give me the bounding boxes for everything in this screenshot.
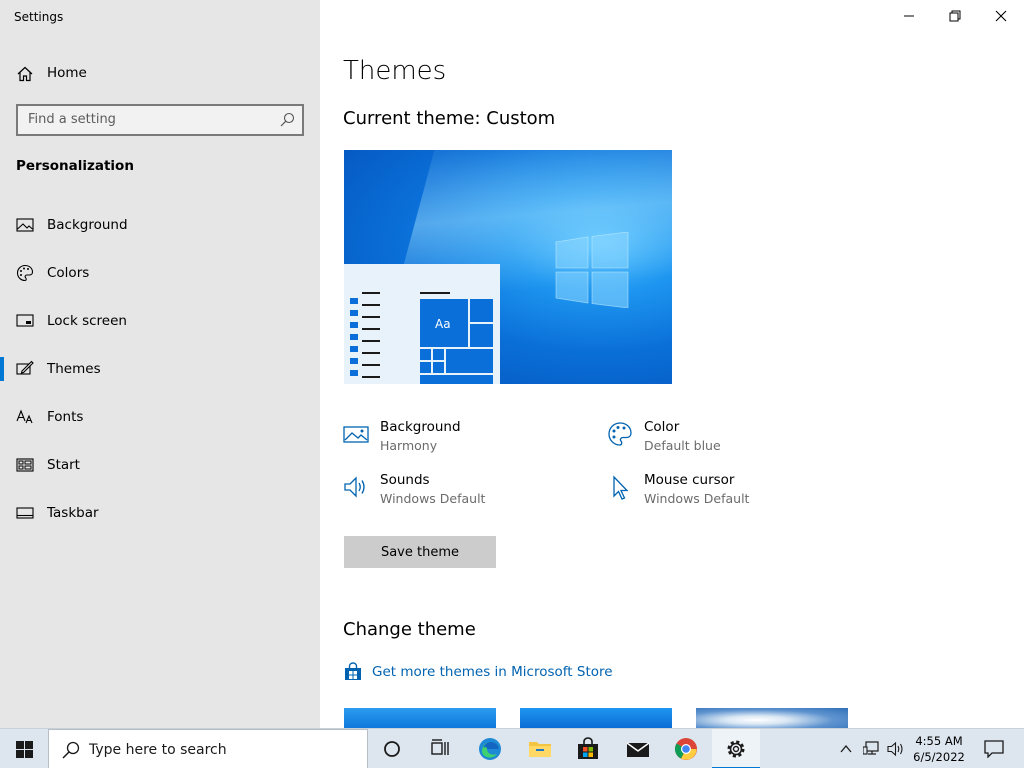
sidebar: Settings Home Find a setting Personaliza… [0, 0, 320, 728]
current-theme-heading: Current theme: Custom [343, 108, 556, 129]
windows-logo-icon [555, 232, 629, 308]
close-icon [995, 10, 1007, 22]
change-theme-heading: Change theme [343, 619, 476, 640]
chevron-up-icon [840, 744, 852, 753]
speaker-icon [344, 476, 365, 498]
sidebar-item-label: Lock screen [47, 313, 127, 329]
prop-value: Harmony [380, 438, 438, 453]
taskbar: Type here to search 4:55 AM 6/5/2022 [0, 728, 1024, 768]
volume-button[interactable] [884, 729, 908, 768]
restore-button[interactable] [932, 0, 978, 32]
clock-date: 6/5/2022 [913, 750, 965, 764]
notification-icon [984, 740, 1004, 758]
mail-button[interactable] [614, 729, 662, 768]
sidebar-item-label: Themes [47, 361, 101, 377]
sidebar-item-fonts[interactable]: Fonts [0, 393, 320, 441]
file-explorer-icon [529, 742, 551, 757]
minimize-icon [904, 15, 914, 17]
home-icon [17, 66, 33, 82]
prop-name: Background [380, 419, 461, 435]
preview-tile-label: Aa [435, 317, 451, 331]
task-view-icon [431, 739, 449, 755]
mail-icon [626, 742, 650, 757]
chrome-icon [674, 738, 697, 760]
cortana-button[interactable] [368, 729, 416, 768]
theme-background-link[interactable]: Background Harmony [343, 419, 583, 459]
cortana-icon [384, 741, 400, 757]
sidebar-item-lock-screen[interactable]: Lock screen [0, 297, 320, 345]
pen-monitor-icon [16, 360, 34, 375]
taskbar-search-placeholder: Type here to search [89, 742, 227, 758]
microsoft-store-button[interactable] [564, 729, 612, 768]
volume-icon [887, 741, 903, 757]
page-title: Themes [343, 56, 447, 86]
monitor-icon [16, 314, 34, 327]
sidebar-item-start[interactable]: Start [0, 441, 320, 489]
theme-mouse-cursor-link[interactable]: Mouse cursor Windows Default [607, 472, 847, 512]
prop-value: Default blue [644, 438, 721, 453]
start-button[interactable] [0, 729, 48, 768]
theme-preview: Aa [344, 150, 672, 384]
file-explorer-button[interactable] [516, 729, 564, 768]
sidebar-item-label: Background [47, 217, 128, 233]
window-title: Settings [14, 10, 64, 24]
palette-icon [17, 264, 34, 282]
store-link-label: Get more themes in Microsoft Store [372, 664, 613, 680]
restore-icon [949, 10, 961, 22]
sidebar-item-label: Fonts [47, 409, 84, 425]
settings-icon [727, 740, 745, 758]
edge-icon [479, 738, 501, 760]
sidebar-item-themes[interactable]: Themes [0, 345, 320, 393]
prop-value: Windows Default [644, 491, 750, 506]
theme-color-link[interactable]: Color Default blue [607, 419, 847, 459]
sidebar-item-background[interactable]: Background [0, 201, 320, 249]
sidebar-item-label: Colors [47, 265, 90, 281]
settings-taskbar-button[interactable] [712, 729, 760, 768]
prop-value: Windows Default [380, 491, 486, 506]
microsoft-store-icon [345, 662, 361, 680]
minimize-button[interactable] [886, 0, 932, 32]
theme-thumbnail-1[interactable] [344, 708, 496, 728]
theme-thumbnail-2[interactable] [520, 708, 672, 728]
sidebar-item-label: Start [47, 457, 80, 473]
save-theme-button[interactable]: Save theme [344, 536, 496, 568]
sidebar-item-taskbar[interactable]: Taskbar [0, 489, 320, 537]
taskbar-search-box[interactable]: Type here to search [48, 729, 368, 768]
start-tiles-icon [16, 458, 34, 472]
sidebar-item-colors[interactable]: Colors [0, 249, 320, 297]
sidebar-item-label: Taskbar [47, 505, 99, 521]
edge-button[interactable] [466, 729, 514, 768]
find-setting-placeholder: Find a setting [28, 112, 116, 127]
windows-start-icon [16, 741, 33, 758]
theme-thumbnail-3[interactable] [696, 708, 848, 728]
prop-name: Sounds [380, 472, 430, 488]
action-center-button[interactable] [976, 729, 1012, 768]
clock-time: 4:55 AM [915, 734, 963, 748]
prop-name: Mouse cursor [644, 472, 735, 488]
picture-icon [343, 426, 369, 443]
sidebar-home[interactable]: Home [0, 58, 320, 88]
close-button[interactable] [978, 0, 1024, 32]
palette-icon [608, 422, 632, 446]
task-view-button[interactable] [416, 729, 464, 768]
search-icon[interactable] [279, 112, 295, 128]
chrome-button[interactable] [662, 729, 710, 768]
search-icon [62, 741, 80, 759]
preview-start-panel: Aa [344, 264, 500, 384]
taskbar-clock[interactable]: 4:55 AM 6/5/2022 [910, 733, 968, 765]
section-heading: Personalization [16, 158, 134, 174]
taskbar-icon [16, 507, 34, 519]
network-icon [863, 741, 879, 755]
prop-name: Color [644, 419, 680, 435]
find-setting-input[interactable]: Find a setting [16, 104, 304, 136]
picture-icon [16, 218, 34, 232]
sidebar-home-label: Home [47, 65, 87, 81]
microsoft-store-icon [578, 737, 598, 759]
show-hidden-icons-button[interactable] [836, 729, 856, 768]
theme-sounds-link[interactable]: Sounds Windows Default [343, 472, 583, 512]
network-button[interactable] [860, 729, 884, 768]
cursor-icon [613, 475, 629, 500]
font-icon [16, 409, 33, 424]
